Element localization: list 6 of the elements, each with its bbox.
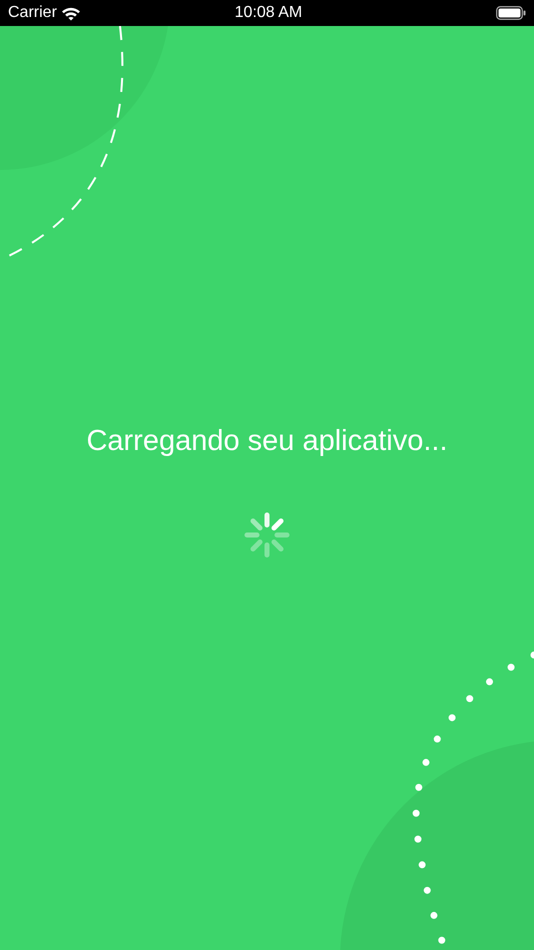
battery-icon [496, 6, 526, 20]
clock-time: 10:08 AM [234, 3, 302, 23]
spinner-icon [244, 512, 290, 558]
wifi-icon [60, 6, 81, 20]
carrier-label: Carrier [8, 3, 57, 23]
loading-message: Carregando seu aplicativo... [86, 424, 448, 459]
